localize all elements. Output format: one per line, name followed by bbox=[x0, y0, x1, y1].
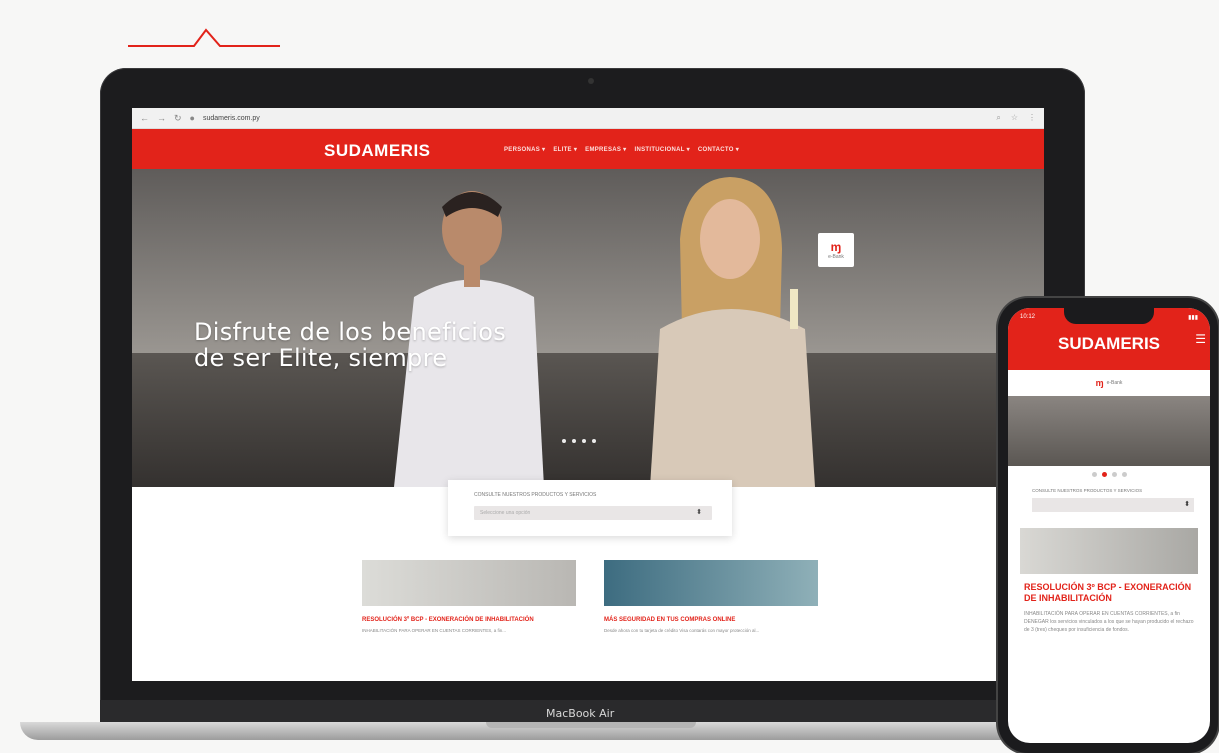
carousel-dot[interactable] bbox=[592, 439, 596, 443]
news-text: Desde ahora con tu tarjeta de crédito Vi… bbox=[604, 628, 760, 633]
hamburger-icon[interactable]: ☰ bbox=[1195, 332, 1206, 346]
main-menu: PERSONAS ▾ ELITE ▾ EMPRESAS ▾ INSTITUCIO… bbox=[504, 146, 739, 153]
camera-icon bbox=[588, 78, 594, 84]
lock-icon: ● bbox=[189, 113, 195, 123]
sudameris-logo[interactable]: SUDAMERIS bbox=[324, 141, 431, 161]
product-search-card: CONSULTE NUESTROS PRODUCTOS Y SERVICIOS … bbox=[448, 480, 732, 536]
signal-icon: ▮▮▮ bbox=[1188, 314, 1198, 321]
phone-time: 10:12 bbox=[1020, 314, 1036, 320]
laptop-model-label: MacBook Air bbox=[546, 707, 615, 720]
menu-item-contacto[interactable]: CONTACTO ▾ bbox=[698, 146, 739, 153]
carousel-dot[interactable] bbox=[1091, 471, 1097, 477]
phone-ebank-logo-icon: ɱ bbox=[1095, 378, 1104, 388]
laptop-hinge-notch bbox=[486, 722, 696, 728]
phone-carousel-dots[interactable] bbox=[1008, 466, 1210, 482]
phone-screen: 10:12 ▮▮▮ SUDAMERIS ☰ ɱ e-Bank CONSULTE … bbox=[1008, 308, 1210, 743]
chevron-down-icon[interactable]: ⬍ bbox=[1184, 500, 1190, 508]
news-image-security bbox=[604, 560, 818, 606]
hero-title-line1: Disfrute de los beneficios bbox=[194, 318, 507, 346]
news-image-office bbox=[362, 560, 576, 606]
news-card[interactable]: MÁS SEGURIDAD EN TUS COMPRAS ONLINE Desd… bbox=[604, 560, 818, 634]
hero-woman-figure bbox=[650, 177, 815, 487]
phone-header: SUDAMERIS ☰ bbox=[1008, 326, 1210, 370]
carousel-dot[interactable] bbox=[1111, 471, 1117, 477]
carousel-dot[interactable] bbox=[572, 439, 576, 443]
news-card[interactable]: RESOLUCIÓN 3º BCP - EXONERACIÓN DE INHAB… bbox=[362, 560, 576, 634]
carousel-dot-active[interactable] bbox=[1101, 471, 1107, 477]
news-title[interactable]: MÁS SEGURIDAD EN TUS COMPRAS ONLINE bbox=[604, 616, 818, 624]
phone-product-select[interactable]: ⬍ bbox=[1032, 498, 1194, 512]
phone-news-text: INHABILITACIÓN PARA OPERAR EN CUENTAS CO… bbox=[1024, 611, 1194, 633]
carousel-dots[interactable] bbox=[562, 439, 596, 443]
hero-title: Disfrute de los beneficios de ser Elite,… bbox=[194, 319, 506, 371]
hero-title-line2: de ser Elite, siempre bbox=[194, 344, 448, 372]
forward-icon[interactable]: → bbox=[157, 113, 166, 123]
product-select[interactable]: Seleccione una opción bbox=[474, 506, 712, 520]
back-icon[interactable]: ← bbox=[140, 113, 149, 123]
ebank-logo-icon: ɱ bbox=[830, 240, 842, 254]
search-icon[interactable]: ⌕ bbox=[996, 113, 1000, 123]
logo-line-decoration bbox=[128, 28, 280, 47]
carousel-dot[interactable] bbox=[1121, 471, 1127, 477]
reload-icon[interactable]: ↻ bbox=[174, 113, 182, 124]
carousel-dot[interactable] bbox=[582, 439, 586, 443]
laptop-screen: ← → ↻ ● sudameris.com.py ⌕ ☆ ⋮ SUDAMERIS… bbox=[132, 108, 1044, 681]
phone-news-title[interactable]: RESOLUCIÓN 3º BCP - EXONERACIÓN DE INHAB… bbox=[1024, 582, 1198, 604]
phone-hero-banner bbox=[1008, 396, 1210, 466]
hero-banner: Disfrute de los beneficios de ser Elite,… bbox=[132, 169, 1044, 487]
star-icon[interactable]: ☆ bbox=[1011, 113, 1018, 123]
ebank-label: e-Bank bbox=[828, 254, 844, 260]
search-label: CONSULTE NUESTROS PRODUCTOS Y SERVICIOS bbox=[474, 492, 597, 498]
hero-ground bbox=[132, 353, 1044, 487]
site-header: SUDAMERIS PERSONAS ▾ ELITE ▾ EMPRESAS ▾ … bbox=[132, 129, 1044, 169]
menu-item-institucional[interactable]: INSTITUCIONAL ▾ bbox=[635, 146, 690, 153]
news-text: INHABILITACIÓN PARA OPERAR EN CUENTAS CO… bbox=[362, 628, 507, 633]
phone-ebank-badge[interactable]: ɱ e-Bank bbox=[1008, 370, 1210, 396]
menu-item-empresas[interactable]: EMPRESAS ▾ bbox=[585, 146, 626, 153]
carousel-dot[interactable] bbox=[562, 439, 566, 443]
menu-icon[interactable]: ⋮ bbox=[1028, 113, 1036, 123]
phone-news-image bbox=[1020, 528, 1198, 574]
phone-search-label: CONSULTE NUESTROS PRODUCTOS Y SERVICIOS bbox=[1032, 488, 1143, 493]
menu-item-elite[interactable]: ELITE ▾ bbox=[553, 146, 577, 153]
phone-ebank-label: e-Bank bbox=[1106, 380, 1123, 386]
news-title[interactable]: RESOLUCIÓN 3º BCP - EXONERACIÓN DE INHAB… bbox=[362, 616, 576, 624]
url-bar[interactable]: sudameris.com.py bbox=[203, 115, 988, 122]
browser-toolbar: ← → ↻ ● sudameris.com.py ⌕ ☆ ⋮ bbox=[132, 108, 1044, 129]
phone-notch bbox=[1064, 308, 1154, 324]
ebank-badge[interactable]: ɱ e-Bank bbox=[818, 233, 854, 267]
chevron-down-icon[interactable]: ⬍ bbox=[696, 508, 702, 516]
menu-item-personas[interactable]: PERSONAS ▾ bbox=[504, 146, 545, 153]
phone-sudameris-logo[interactable]: SUDAMERIS bbox=[1058, 334, 1160, 354]
